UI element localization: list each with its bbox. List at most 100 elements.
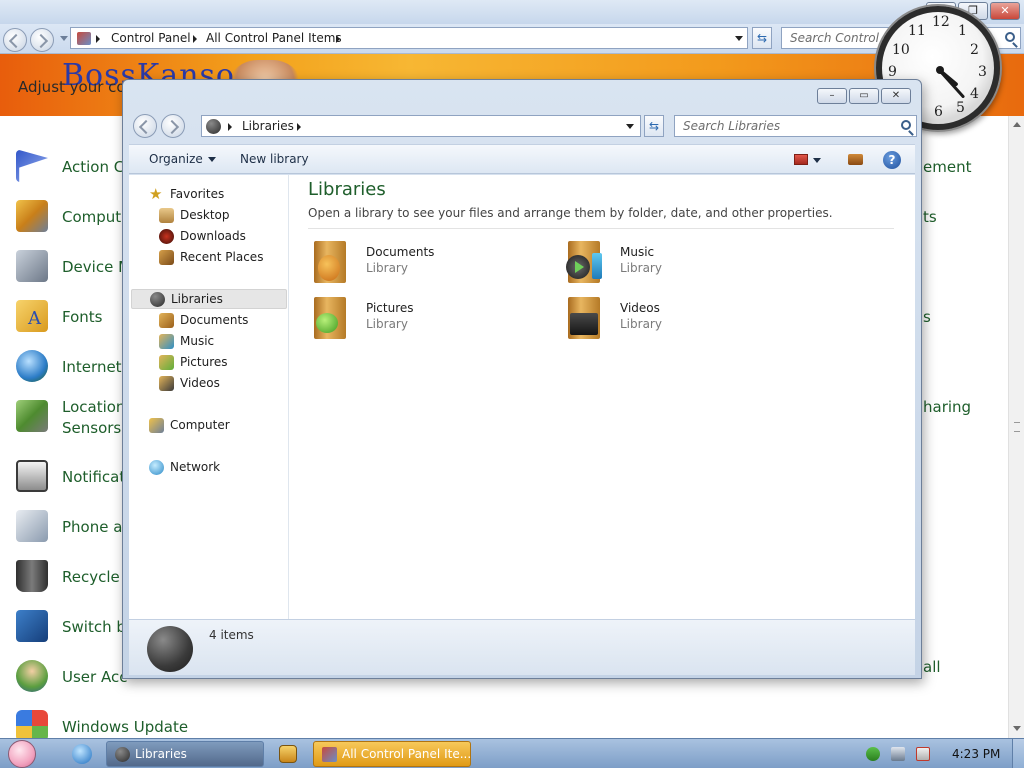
cp-item-internet-options[interactable]: Internet ( <box>16 340 136 382</box>
tray-clock[interactable]: 4:23 PM <box>952 747 1000 761</box>
cp-item-phone-modem[interactable]: Phone ar <box>16 500 136 542</box>
refresh-button[interactable]: ⇆ <box>644 115 664 137</box>
cp-item-user-accounts[interactable]: User Acc <box>16 650 136 692</box>
taskbar-button-libraries[interactable]: Libraries <box>106 741 264 767</box>
cp-item-right-label[interactable]: ts <box>923 208 937 226</box>
search-placeholder: Search Libraries <box>683 119 781 133</box>
clock-numeral: 11 <box>908 23 926 39</box>
tree-item-network[interactable]: Network <box>149 458 279 478</box>
libraries-address-bar[interactable]: Libraries <box>201 115 641 137</box>
forward-button[interactable] <box>30 28 54 52</box>
cp-item-computer[interactable]: Compute <box>16 190 136 232</box>
close-button[interactable]: ✕ <box>881 88 911 104</box>
search-icon[interactable] <box>1005 32 1015 42</box>
volume-muted-tray-icon[interactable] <box>916 747 930 761</box>
network-tray-icon[interactable] <box>891 747 905 761</box>
library-name: Videos <box>620 301 660 315</box>
internet-explorer-icon[interactable] <box>72 744 92 764</box>
cp-item-right-label[interactable]: ement <box>923 158 971 176</box>
action-center-tray-icon[interactable] <box>866 747 880 761</box>
taskbar-button-label: Libraries <box>135 747 187 761</box>
change-view-icon[interactable] <box>794 154 808 165</box>
tree-item-videos[interactable]: Videos <box>159 374 279 394</box>
media-player-icon[interactable] <box>279 745 297 763</box>
tree-item-libraries[interactable]: Libraries <box>131 289 287 309</box>
show-desktop-button[interactable] <box>1012 739 1024 768</box>
cp-item-label: Device M <box>62 258 132 276</box>
content-pane: Libraries Open a library to see your fil… <box>290 175 915 619</box>
tree-label: Videos <box>180 376 220 390</box>
tree-item-pictures[interactable]: Pictures <box>159 353 279 373</box>
recent-pages-arrow-icon[interactable] <box>60 36 68 41</box>
taskbar-button-control-panel[interactable]: All Control Panel Ite... <box>313 741 471 767</box>
cp-item-fonts[interactable]: A Fonts <box>16 290 136 332</box>
cp-item-action-center[interactable]: Action Ce <box>16 140 136 182</box>
cp-item-device-manager[interactable]: Device M <box>16 240 136 282</box>
back-button[interactable] <box>133 114 157 138</box>
cp-item-notification[interactable]: Notificati <box>16 450 136 492</box>
library-type: Library <box>366 261 408 275</box>
breadcrumb-libraries[interactable]: Libraries <box>242 119 294 133</box>
library-tile-music[interactable]: Music Library <box>566 239 806 289</box>
tree-item-computer[interactable]: Computer <box>149 416 279 436</box>
forward-button[interactable] <box>161 114 185 138</box>
tree-item-favorites[interactable]: ★ Favorites <box>149 185 279 205</box>
device-manager-icon <box>16 250 48 282</box>
tree-item-music[interactable]: Music <box>159 332 279 352</box>
search-icon[interactable] <box>901 120 911 130</box>
preview-pane-icon[interactable] <box>848 154 863 165</box>
tree-item-documents[interactable]: Documents <box>159 311 279 331</box>
start-button[interactable] <box>8 740 36 768</box>
chevron-down-icon <box>207 157 216 162</box>
libraries-toolbar: Organize New library ? <box>129 144 915 174</box>
libraries-nav-bar: Libraries ⇆ Search Libraries <box>129 110 917 142</box>
libraries-large-icon <box>147 626 193 672</box>
scroll-down-icon[interactable] <box>1013 726 1021 731</box>
cp-item-right-label[interactable]: s <box>923 308 931 326</box>
libraries-titlebar[interactable]: – ▭ ✕ <box>123 80 921 110</box>
clock-numeral: 6 <box>934 104 943 120</box>
libraries-icon <box>206 119 221 134</box>
cp-item-right-label[interactable]: haring <box>923 398 971 416</box>
breadcrumb-all-items[interactable]: All Control Panel Items <box>206 31 342 45</box>
back-button[interactable] <box>3 28 27 52</box>
control-panel-icon <box>77 32 91 45</box>
control-panel-scrollbar[interactable] <box>1008 116 1024 738</box>
clock-numeral: 5 <box>956 100 965 116</box>
cp-item-location-sensors[interactable]: Location Sensors <box>16 390 136 440</box>
organize-button[interactable]: Organize <box>149 152 216 166</box>
taskbar-button-label: All Control Panel Ite... <box>342 747 471 761</box>
libraries-search-input[interactable]: Search Libraries <box>674 115 917 137</box>
pictures-icon <box>159 355 174 370</box>
tree-item-desktop[interactable]: Desktop <box>159 206 279 226</box>
maximize-button[interactable]: ▭ <box>849 88 879 104</box>
library-tile-videos[interactable]: Videos Library <box>566 295 806 345</box>
libraries-icon <box>150 292 165 307</box>
tree-label: Libraries <box>171 292 223 306</box>
refresh-button[interactable]: ⇆ <box>752 27 772 49</box>
cp-item-switch-user[interactable]: Switch b <box>16 600 136 642</box>
address-dropdown-icon[interactable] <box>626 124 634 129</box>
cp-item-recycle-bin[interactable]: Recycle E <box>16 550 136 592</box>
address-dropdown-icon[interactable] <box>735 36 743 41</box>
address-bar[interactable]: Control Panel All Control Panel Items <box>70 27 748 49</box>
divider <box>308 228 894 229</box>
cp-item-windows-update[interactable]: Windows Update <box>16 700 196 742</box>
flag-icon <box>16 150 48 182</box>
documents-icon <box>159 313 174 328</box>
new-library-button[interactable]: New library <box>240 152 309 166</box>
breadcrumb-control-panel[interactable]: Control Panel <box>111 31 191 45</box>
scroll-grip-icon[interactable] <box>1014 422 1020 432</box>
tree-item-recent-places[interactable]: Recent Places <box>159 248 279 268</box>
cp-item-right-label[interactable]: all <box>923 658 941 676</box>
tree-item-downloads[interactable]: Downloads <box>159 227 279 247</box>
minimize-button[interactable]: – <box>817 88 847 104</box>
network-icon <box>149 460 164 475</box>
library-tile-documents[interactable]: Documents Library <box>312 239 552 289</box>
library-tile-pictures[interactable]: Pictures Library <box>312 295 552 345</box>
organize-label: Organize <box>149 152 203 166</box>
close-button[interactable]: ✕ <box>990 2 1020 20</box>
scroll-up-icon[interactable] <box>1013 122 1021 127</box>
help-icon[interactable]: ? <box>883 151 901 169</box>
view-options-chevron-icon[interactable] <box>813 158 821 163</box>
